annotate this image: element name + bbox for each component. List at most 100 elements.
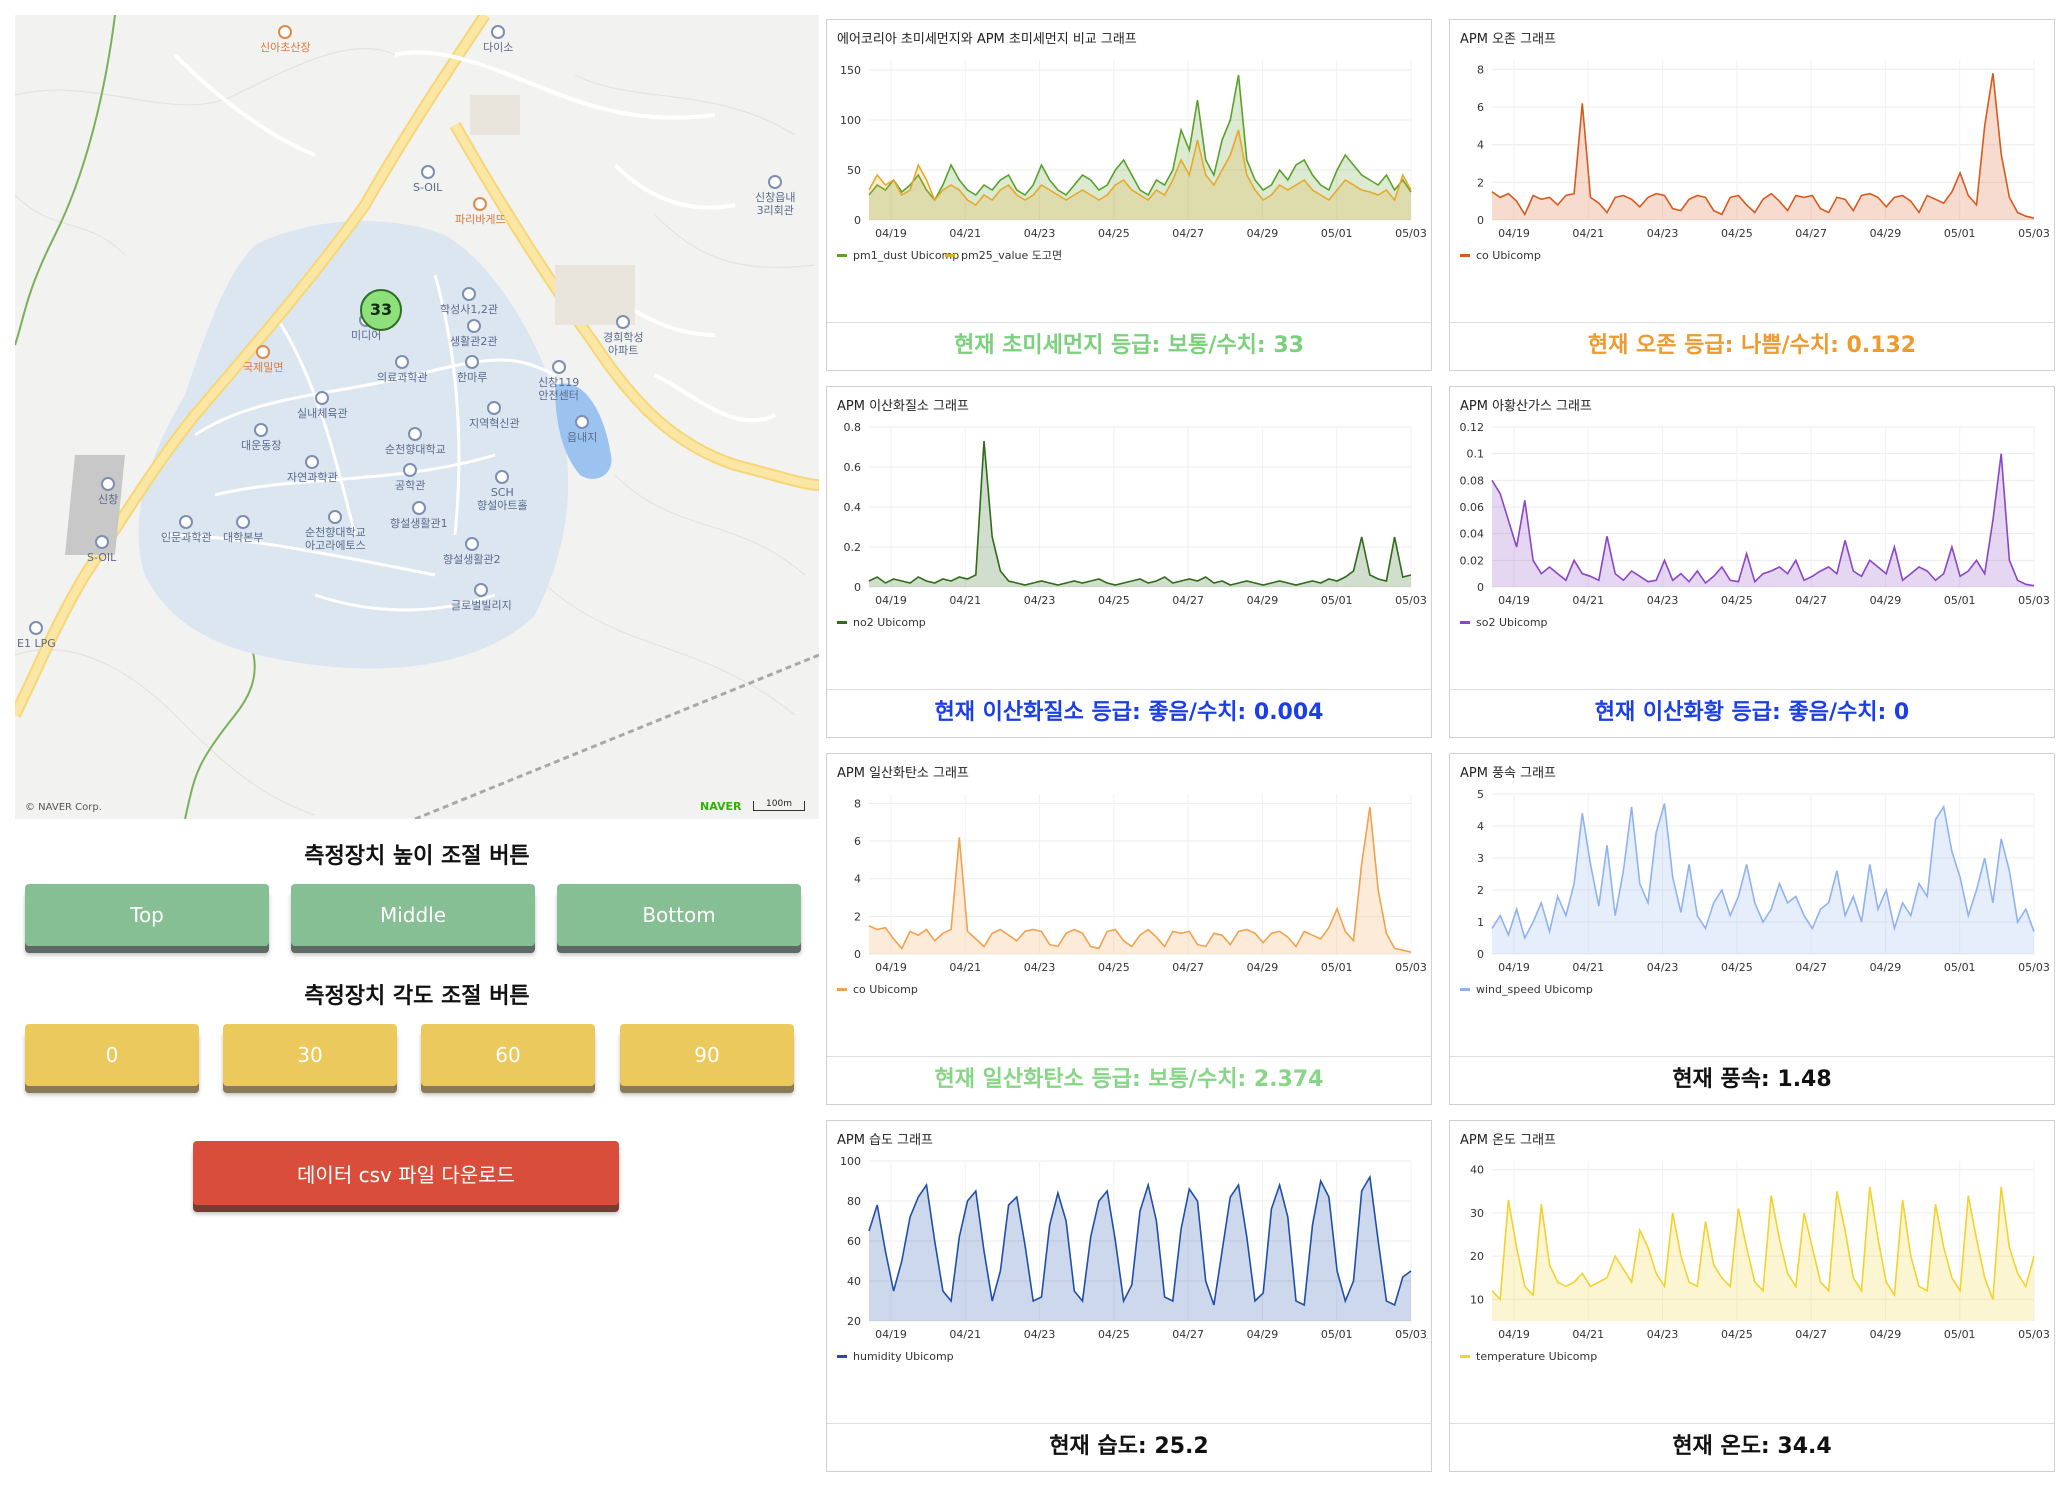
pm25-chart-panel: 에어코리아 초미세먼지와 APM 초미세먼지 비교 그래프 0 50 100 150 0… — [826, 19, 1432, 371]
x-tick-label: 04/21 — [1572, 1328, 1604, 1341]
y-tick-label: 0.8 — [844, 421, 862, 434]
map-poi-label[interactable]: 신아초산장 — [260, 25, 311, 54]
map-poi-label[interactable]: 대학본부 — [223, 515, 263, 544]
poi-label-text: S-OIL — [87, 551, 117, 564]
map-poi-label[interactable]: S-OIL — [87, 535, 116, 564]
poi-marker-icon — [254, 423, 269, 437]
co-chart: 0 2 4 6 8 04/19 04/21 04/23 04/25 04/27 04/29 05/01… — [837, 794, 1427, 996]
chart-title: APM 이산화질소 그래프 — [837, 399, 969, 414]
x-tick-label: 04/23 — [1024, 594, 1056, 607]
map-poi-label[interactable]: 글로벌빌리지 — [451, 583, 512, 612]
chart-title: APM 아황산가스 그래프 — [1460, 399, 1592, 414]
x-tick-label: 05/01 — [1321, 1328, 1353, 1341]
legend-swatch — [1460, 1355, 1470, 1358]
poi-label-text: 실내체육관 — [297, 407, 348, 420]
map-poi-label[interactable]: 의료과학관 — [377, 355, 428, 384]
map-view[interactable]: 신아초산장 다이소 S-OIL 파리바게뜨 신창읍내 3리회관 학성사1,2관 미디어 생활관… — [15, 15, 819, 819]
map-poi-label[interactable]: 인문과학관 — [161, 515, 212, 544]
map-poi-label[interactable]: E1 LPG — [17, 621, 56, 650]
x-tick-label: 04/21 — [1572, 594, 1604, 607]
x-tick-label: 05/01 — [1944, 594, 1976, 607]
map-poi-label[interactable]: 신창119 안전센터 — [538, 360, 579, 402]
map-poi-label[interactable]: 향설생활관1 — [390, 501, 448, 530]
angle-60-button[interactable]: 60 — [421, 1024, 595, 1086]
height-middle-button[interactable]: Middle — [291, 884, 535, 946]
map-poi-label[interactable]: 지역혁신관 — [469, 401, 520, 430]
height-top-button[interactable]: Top — [25, 884, 269, 946]
poi-marker-icon — [465, 355, 480, 369]
x-tick-label: 04/29 — [1870, 227, 1902, 240]
poi-marker-icon — [495, 470, 510, 484]
map-poi-label[interactable]: 대운동장 — [241, 423, 281, 452]
so2-status-text: 현재 이산화황 등급: 좋음/수치: 0 — [1450, 689, 2054, 737]
poi-label-text: 신아초산장 — [260, 41, 311, 54]
height-control-title: 측정장치 높이 조절 버튼 — [304, 844, 530, 869]
x-tick-label: 04/23 — [1024, 961, 1056, 974]
map-poi-label[interactable]: 신창읍내 3리회관 — [755, 175, 795, 217]
poi-marker-icon — [29, 621, 44, 635]
poi-label-text: 순천향대학교 — [385, 443, 446, 456]
angle-0-button[interactable]: 0 — [25, 1024, 199, 1086]
map-poi-label[interactable]: 실내체육관 — [297, 391, 348, 420]
legend-label: pm25_value 도고면 — [961, 249, 1062, 262]
x-tick-label: 04/25 — [1721, 961, 1753, 974]
poi-label-text: 신창읍내 3리회관 — [755, 191, 796, 217]
y-tick-label: 2 — [1477, 176, 1484, 189]
map-poi-label[interactable]: 파리바게뜨 — [455, 197, 506, 226]
csv-download-button[interactable]: 데이터 csv 파일 다운로드 — [193, 1141, 619, 1205]
map-poi-label[interactable]: 읍내지 — [567, 415, 597, 444]
x-tick-label: 04/23 — [1647, 594, 1679, 607]
map-poi-label[interactable]: 국제밀면 — [243, 345, 283, 374]
temperature-status-text: 현재 온도: 34.4 — [1450, 1423, 2054, 1471]
temperature-chart-panel: APM 온도 그래프 10 20 30 40 04/19 04/21 04/23 04/25 0… — [1449, 1120, 2055, 1472]
map-poi-label[interactable]: 학성사1,2관 — [440, 287, 498, 316]
map-poi-label[interactable]: 경희학성 아파트 — [603, 315, 643, 357]
angle-90-button[interactable]: 90 — [620, 1024, 794, 1086]
poi-marker-icon — [315, 391, 330, 405]
map-poi-label[interactable]: S-OIL — [413, 165, 442, 194]
poi-label-text: 파리바게뜨 — [455, 213, 506, 226]
poi-marker-icon — [256, 345, 271, 359]
poi-marker-icon — [328, 510, 343, 524]
height-bottom-button[interactable]: Bottom — [557, 884, 801, 946]
map-poi-label[interactable]: 생활관2관 — [450, 319, 497, 348]
legend-swatch — [1460, 621, 1470, 624]
poi-label-text: 향설생활관2 — [443, 553, 501, 566]
y-tick-label: 40 — [847, 1275, 861, 1288]
legend-swatch — [837, 1355, 847, 1358]
x-tick-label: 05/01 — [1944, 961, 1976, 974]
x-tick-label: 04/23 — [1647, 227, 1679, 240]
y-tick-label: 5 — [1477, 788, 1484, 801]
map-poi-label[interactable]: 순천향대학교 아고라에토스 — [305, 510, 366, 552]
y-tick-label: 6 — [1477, 101, 1484, 114]
x-tick-label: 04/19 — [1498, 227, 1530, 240]
y-tick-label: 20 — [847, 1315, 861, 1328]
map-poi-label[interactable]: 신창 — [98, 477, 118, 506]
ozone-chart: 0 2 4 6 8 04/19 04/21 04/23 04/25 04/27 04/29 05/01… — [1460, 60, 2050, 262]
x-tick-label: 05/03 — [1395, 961, 1427, 974]
map-poi-label[interactable]: 공학관 — [395, 463, 425, 492]
poi-marker-icon — [616, 315, 631, 329]
map-poi-label[interactable]: SCH 향설아트홀 — [477, 470, 528, 512]
measurement-cluster-marker[interactable]: 33 — [360, 289, 402, 331]
x-tick-label: 04/25 — [1098, 594, 1130, 607]
map-poi-label[interactable]: 다이소 — [483, 25, 513, 54]
y-tick-label: 100 — [840, 114, 861, 127]
angle-30-button[interactable]: 30 — [223, 1024, 397, 1086]
poi-marker-icon — [466, 319, 481, 333]
x-tick-label: 04/25 — [1721, 594, 1753, 607]
legend-label: no2 Ubicomp — [853, 616, 926, 629]
x-tick-label: 04/27 — [1172, 961, 1204, 974]
map-poi-label[interactable]: 자연과학관 — [287, 455, 338, 484]
map-poi-label[interactable]: 한마루 — [457, 355, 487, 384]
poi-label-text: 대학본부 — [223, 531, 264, 544]
y-tick-label: 0 — [854, 948, 861, 961]
y-tick-label: 60 — [847, 1235, 861, 1248]
y-tick-label: 0.2 — [844, 541, 862, 554]
so2-chart: 0 0.02 0.04 0.06 0.08 0.1 0.12 04/19 04/21 04/23 0… — [1460, 421, 2050, 629]
temperature-chart: 10 20 30 40 04/19 04/21 04/23 04/25 04/27 04/29 05… — [1460, 1161, 2050, 1363]
map-poi-label[interactable]: 향설생활관2 — [443, 537, 501, 566]
naver-logo: NAVER — [700, 800, 742, 813]
legend-label: humidity Ubicomp — [853, 1350, 954, 1363]
map-poi-label[interactable]: 순천향대학교 — [385, 427, 446, 456]
